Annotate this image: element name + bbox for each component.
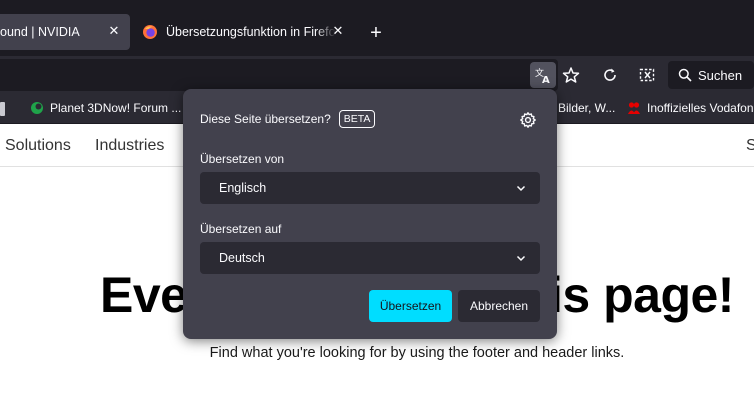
tab-title: ound | NVIDIA: [0, 25, 80, 39]
to-language-label: Übersetzen auf: [200, 222, 282, 236]
cancel-button[interactable]: Abbrechen: [458, 290, 540, 322]
bookmark-label: Inoffizielles Vodafon: [647, 101, 754, 115]
screenshot-icon: [639, 68, 655, 82]
reload-button[interactable]: [597, 62, 623, 88]
to-language-value: Deutsch: [219, 251, 265, 265]
from-language-value: Englisch: [219, 181, 267, 195]
url-bar[interactable]: [0, 59, 558, 91]
star-icon: [562, 67, 580, 83]
vodafone-community-icon: [628, 102, 640, 114]
tab-firefox-translation[interactable]: Übersetzungsfunktion in Firefox ✕: [132, 14, 354, 50]
from-language-label: Übersetzen von: [200, 152, 285, 166]
bookmark-item[interactable]: Bilder, W...: [558, 101, 615, 115]
translate-icon: 文 A: [535, 67, 550, 84]
settings-button[interactable]: [518, 110, 538, 130]
chevron-down-icon: [516, 185, 526, 192]
close-tab-icon[interactable]: ✕: [106, 23, 122, 39]
chevron-down-icon: [516, 255, 526, 262]
new-tab-button[interactable]: +: [365, 23, 387, 45]
bookmark-partial-icon[interactable]: [0, 102, 5, 116]
tab-title: Übersetzungsfunktion in Firefox: [166, 25, 336, 39]
beta-badge: BETA: [338, 110, 376, 128]
nav-link-partial[interactable]: S: [746, 137, 754, 155]
screenshot-button[interactable]: [634, 62, 660, 88]
nav-link-industries[interactable]: Industries: [95, 137, 164, 155]
heading-text-right: is page!: [549, 267, 734, 323]
tab-strip: ound | NVIDIA ✕ Übersetzungsfunktion in …: [0, 0, 754, 56]
search-label: Suchen: [698, 67, 743, 83]
bookmark-label: Bilder, W...: [558, 101, 616, 115]
search-icon: [678, 68, 692, 82]
bookmark-star-button[interactable]: [558, 62, 584, 88]
tab-nvidia[interactable]: ound | NVIDIA ✕: [0, 14, 130, 50]
translate-confirm-button[interactable]: Übersetzen: [369, 290, 452, 322]
gear-icon: [520, 112, 536, 128]
bookmark-label: Planet 3DNow! Forum ...: [50, 101, 182, 115]
nav-link-solutions[interactable]: Solutions: [5, 137, 71, 155]
bookmark-item[interactable]: Planet 3DNow! Forum ...: [30, 101, 181, 115]
page-subtitle: Find what you're looking for by using th…: [209, 345, 625, 361]
planet3dnow-icon: [31, 102, 43, 114]
panel-title: Diese Seite übersetzen?: [200, 112, 331, 126]
from-language-select[interactable]: Englisch: [200, 172, 540, 204]
translate-button[interactable]: 文 A: [530, 62, 556, 88]
translation-panel: Diese Seite übersetzen? BETA Übersetzen …: [183, 89, 557, 339]
firefox-icon: [143, 25, 157, 39]
bookmark-item[interactable]: Inoffizielles Vodafon: [627, 101, 754, 115]
close-tab-icon[interactable]: ✕: [330, 23, 346, 39]
reload-icon: [604, 68, 616, 81]
search-button[interactable]: Suchen: [668, 61, 754, 89]
to-language-select[interactable]: Deutsch: [200, 242, 540, 274]
panel-header: Diese Seite übersetzen? BETA: [200, 110, 376, 128]
svg-text:A: A: [542, 75, 550, 84]
